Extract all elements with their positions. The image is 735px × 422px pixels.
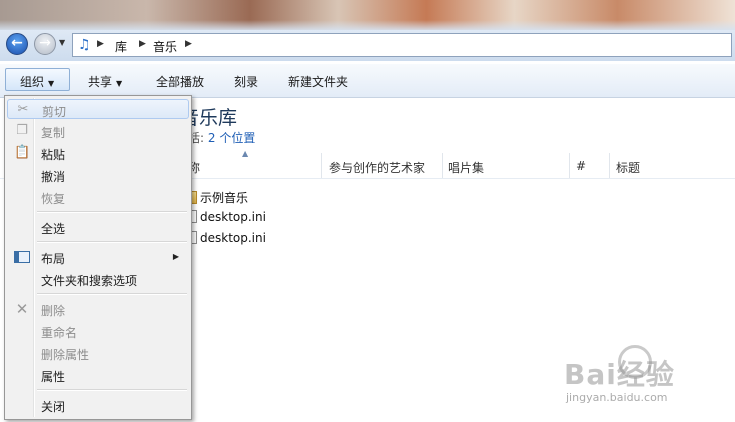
menu-item-label: 粘贴 xyxy=(41,148,66,162)
new-folder-button[interactable]: 新建文件夹 xyxy=(288,73,348,90)
menu-separator xyxy=(37,389,187,391)
play-all-button[interactable]: 全部播放 xyxy=(156,73,204,90)
sort-ascending-icon: ▲ xyxy=(242,149,249,158)
delete-x-icon: ✕ xyxy=(15,300,29,318)
list-item[interactable]: 示例音乐 xyxy=(186,189,248,206)
navigation-bar: ← → ▼ ♫ ▶ 库 ▶ 音乐 ▶ xyxy=(0,30,735,61)
menu-item-label: 剪切 xyxy=(42,105,67,119)
watermark-url: jingyan.baidu.com xyxy=(566,391,668,404)
menu-item-rename[interactable]: 重命名 xyxy=(7,321,189,341)
column-track-number[interactable]: # xyxy=(576,159,586,173)
file-name: desktop.ini xyxy=(200,210,266,224)
menu-separator xyxy=(37,293,187,295)
library-includes: 括: 2 个位置 xyxy=(188,129,255,146)
address-bar[interactable]: ♫ ▶ 库 ▶ 音乐 ▶ xyxy=(72,33,732,57)
watermark-logo-text: Bai经验 xyxy=(564,358,675,391)
menu-separator xyxy=(37,211,187,213)
breadcrumb-library[interactable]: 库 xyxy=(115,38,127,55)
column-album[interactable]: 唱片集 xyxy=(448,159,484,176)
command-toolbar: 组织 ▼ 共享 ▼ 全部播放 刻录 新建文件夹 xyxy=(0,63,735,98)
menu-item-delete[interactable]: ✕ 删除 xyxy=(7,299,189,319)
layout-icon xyxy=(14,249,30,265)
file-name: desktop.ini xyxy=(200,231,266,245)
menu-separator xyxy=(37,241,187,243)
menu-item-select-all[interactable]: 全选 xyxy=(7,217,189,237)
column-title[interactable]: 标题 xyxy=(616,159,640,176)
file-name: 示例音乐 xyxy=(200,191,249,205)
menu-item-remove-properties[interactable]: 删除属性 xyxy=(7,343,189,363)
menu-item-label: 关闭 xyxy=(41,400,66,414)
menu-item-folder-search-options[interactable]: 文件夹和搜索选项 xyxy=(7,269,189,289)
menu-item-label: 文件夹和搜索选项 xyxy=(41,274,138,288)
column-divider[interactable] xyxy=(321,153,322,178)
menu-item-label: 重命名 xyxy=(41,326,78,340)
column-contributing-artists[interactable]: 参与创作的艺术家 xyxy=(329,159,425,176)
menu-item-label: 删除 xyxy=(41,304,66,318)
organize-menu: ✂ 剪切 ❐ 复制 📋 粘贴 撤消 恢复 全选 布局 ▶ 文件夹和搜索选项 ✕ … xyxy=(4,95,192,420)
share-button[interactable]: 共享 ▼ xyxy=(88,73,122,90)
column-divider[interactable] xyxy=(442,153,443,178)
submenu-arrow-icon: ▶ xyxy=(172,252,179,261)
breadcrumb-separator-icon[interactable]: ▶ xyxy=(185,39,192,49)
menu-item-label: 复制 xyxy=(41,126,66,140)
breadcrumb-separator-icon[interactable]: ▶ xyxy=(139,39,146,49)
locations-link[interactable]: 2 个位置 xyxy=(208,131,255,145)
menu-item-copy[interactable]: ❐ 复制 xyxy=(7,121,189,141)
menu-item-layout[interactable]: 布局 ▶ xyxy=(7,247,189,267)
arrow-right-icon: → xyxy=(39,35,51,51)
music-note-icon: ♫ xyxy=(78,37,91,53)
menu-item-label: 恢复 xyxy=(41,192,66,206)
desktop-background xyxy=(0,0,735,30)
column-divider[interactable] xyxy=(569,153,570,178)
menu-item-label: 全选 xyxy=(41,222,66,236)
clipboard-icon: 📋 xyxy=(14,145,31,160)
copy-icon: ❐ xyxy=(16,123,28,138)
organize-button[interactable]: 组织 ▼ xyxy=(5,68,70,91)
column-divider[interactable] xyxy=(609,153,610,178)
menu-item-label: 撤消 xyxy=(41,170,66,184)
chevron-down-icon: ▼ xyxy=(116,79,123,88)
burn-button[interactable]: 刻录 xyxy=(234,73,258,90)
chevron-down-icon: ▼ xyxy=(48,79,55,88)
breadcrumb-separator-icon[interactable]: ▶ xyxy=(97,39,104,49)
forward-button[interactable]: → xyxy=(34,33,56,55)
organize-label: 组织 xyxy=(20,75,45,89)
menu-item-paste[interactable]: 📋 粘贴 xyxy=(7,143,189,163)
menu-item-redo[interactable]: 恢复 xyxy=(7,187,189,207)
list-item[interactable]: desktop.ini xyxy=(186,231,266,245)
list-item[interactable]: desktop.ini xyxy=(186,210,266,224)
baidu-jingyan-watermark: Bai经验 jingyan.baidu.com xyxy=(560,345,730,415)
menu-item-label: 删除属性 xyxy=(41,348,90,362)
arrow-left-icon: ← xyxy=(11,35,23,51)
scissors-icon: ✂ xyxy=(17,102,29,117)
back-button[interactable]: ← xyxy=(6,33,28,55)
recent-pages-dropdown-icon[interactable]: ▼ xyxy=(59,38,65,47)
share-label: 共享 xyxy=(88,75,113,89)
menu-item-label: 属性 xyxy=(41,370,66,384)
menu-item-properties[interactable]: 属性 xyxy=(7,365,189,385)
breadcrumb-music[interactable]: 音乐 xyxy=(153,38,177,55)
menu-item-undo[interactable]: 撤消 xyxy=(7,165,189,185)
menu-item-close[interactable]: 关闭 xyxy=(7,395,189,415)
menu-item-cut[interactable]: ✂ 剪切 xyxy=(7,99,189,119)
menu-item-label: 布局 xyxy=(41,252,66,266)
